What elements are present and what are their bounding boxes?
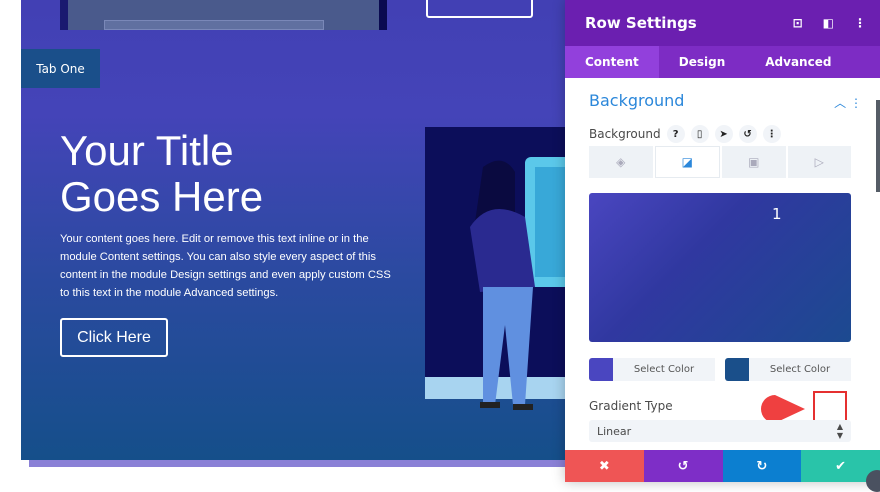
click-here-button[interactable]: Click Here (60, 318, 168, 357)
tab-one[interactable]: Tab One (21, 49, 100, 88)
tab-content[interactable]: Content (565, 46, 659, 78)
color-swatch-2[interactable] (725, 358, 749, 381)
body-text: Your content goes here. Edit or remove t… (60, 233, 391, 299)
select-arrows-icon: ▲ ▼ (836, 422, 843, 440)
video-icon[interactable]: ▷ (787, 146, 851, 178)
help-icon[interactable]: ? (666, 125, 685, 143)
gradient-preview[interactable]: ⧉ 🗑 1 (589, 193, 860, 430)
color-fill-icon[interactable]: ◈ (589, 146, 653, 178)
top-image (60, 0, 387, 30)
person-illustration (425, 127, 569, 410)
trash-icon[interactable]: 🗑 (846, 403, 860, 416)
more-options-icon[interactable]: ⋮ (854, 16, 866, 30)
cursor-icon[interactable]: ➤ (714, 125, 733, 143)
section-title[interactable]: Background (589, 91, 684, 110)
select-color-1[interactable]: Select Color (613, 358, 715, 381)
page-title: Your Title Goes Here (60, 128, 263, 220)
tab-design[interactable]: Design (659, 46, 746, 78)
split-view-icon[interactable]: ◧ (823, 16, 834, 30)
resize-handle-icon[interactable] (866, 470, 880, 492)
gradient-type-value: Linear (597, 424, 632, 438)
gradient-icon[interactable]: ◪ (654, 146, 720, 178)
gradient-type-label: Gradient Type (589, 399, 673, 413)
tab-advanced[interactable]: Advanced (745, 46, 851, 78)
panel-header: Row Settings ⊡ ◧ ⋮ (565, 0, 880, 46)
panel-footer: ✖ ↺ ↻ ✔ (565, 450, 880, 482)
color-swatch-1[interactable] (589, 358, 613, 381)
redo-button[interactable]: ↻ (722, 450, 802, 482)
more-icon[interactable]: ⋮ (762, 125, 781, 143)
row-settings-panel: Row Settings ⊡ ◧ ⋮ Content Design Advanced… (565, 0, 880, 482)
top-click-button[interactable] (426, 0, 533, 18)
panel-tabs: Content Design Advanced (565, 46, 880, 78)
background-label-row: Background ? ▯ ➤ ↺ ⋮ (589, 125, 781, 143)
gradient-colors: Select Color Select Color (589, 358, 851, 381)
background-label: Background (589, 127, 661, 141)
panel-title: Row Settings (585, 14, 697, 32)
title-line-2: Goes Here (60, 173, 264, 220)
reset-icon[interactable]: ↺ (738, 125, 757, 143)
gradient-type-select[interactable]: Linear ▲ ▼ (589, 420, 851, 442)
mobile-icon[interactable]: ▯ (690, 125, 709, 143)
color-picker-2[interactable]: Select Color (725, 358, 851, 381)
page-section: Tab One Your Title Goes Here Your content… (21, 0, 569, 460)
focus-icon[interactable]: ⊡ (793, 16, 803, 30)
title-line-1: Your Title (60, 127, 234, 174)
background-type-tabs: ◈ ◪ ▣ ▷ (589, 146, 851, 178)
image-icon[interactable]: ▣ (722, 146, 786, 178)
collapse-icon[interactable]: ︿ ⋮ (834, 94, 862, 111)
annotation-number: 1 (772, 205, 782, 223)
color-picker-1[interactable]: Select Color (589, 358, 715, 381)
scrollbar[interactable] (876, 100, 880, 192)
undo-button[interactable]: ↺ (643, 450, 723, 482)
select-color-2[interactable]: Select Color (749, 358, 851, 381)
cancel-button[interactable]: ✖ (565, 450, 644, 482)
